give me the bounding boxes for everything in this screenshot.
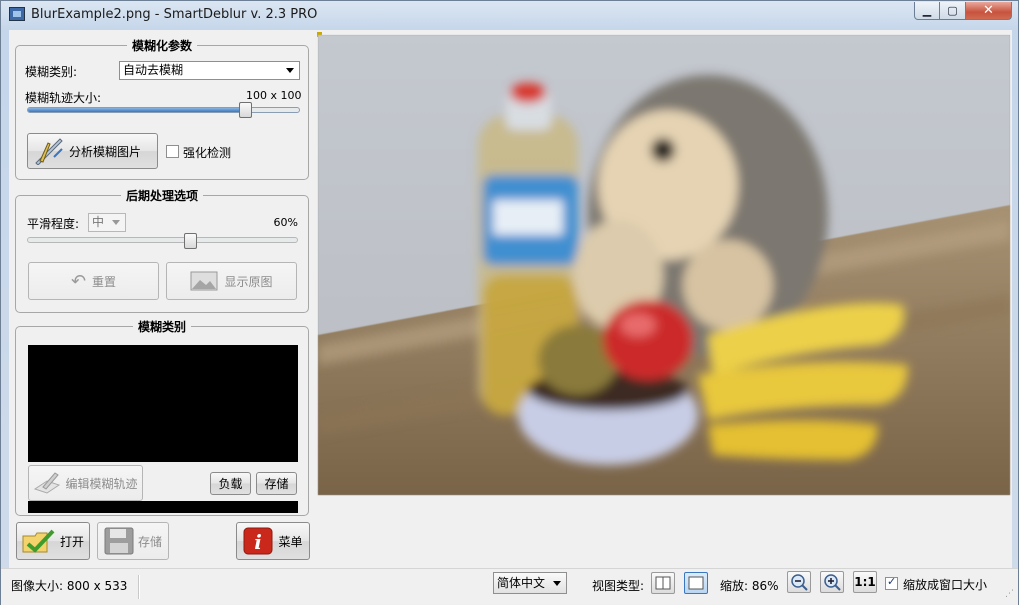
minimize-button[interactable]: ▁ bbox=[914, 2, 940, 20]
image-icon bbox=[190, 271, 218, 291]
blur-kind-title: 模糊类别 bbox=[132, 320, 191, 334]
menu-button-label: 菜单 bbox=[278, 534, 303, 549]
image-size-text: 图像大小: 800 x 533 bbox=[11, 579, 128, 593]
save-button-label: 存储 bbox=[137, 534, 162, 549]
chevron-down-icon bbox=[286, 68, 294, 73]
language-value: 简体中文 bbox=[497, 576, 546, 590]
maximize-button[interactable]: ▢ bbox=[940, 2, 966, 20]
post-process-group: 后期处理选项 平滑程度: 中 60% ↶ 重置 显示原图 bbox=[15, 189, 309, 313]
menu-button[interactable]: i 菜单 bbox=[236, 522, 310, 560]
deblurred-photo bbox=[318, 35, 1010, 495]
load-button-label: 负载 bbox=[218, 477, 243, 491]
single-view-icon bbox=[688, 576, 704, 590]
analyze-button[interactable]: 分析模糊图片 bbox=[27, 133, 158, 169]
kernel-save-label: 存储 bbox=[264, 477, 289, 491]
split-view-button[interactable] bbox=[651, 572, 675, 594]
load-button[interactable]: 负载 bbox=[210, 472, 251, 495]
kernel-preview bbox=[28, 345, 298, 462]
svg-text:i: i bbox=[255, 530, 263, 554]
floppy-disk-icon bbox=[104, 527, 134, 555]
blur-params-title: 模糊化参数 bbox=[126, 39, 197, 53]
photo-scene bbox=[318, 35, 1010, 495]
actual-size-button[interactable]: 1:1 bbox=[853, 571, 877, 593]
enhance-checkbox[interactable] bbox=[166, 145, 179, 158]
reset-button-label: 重置 bbox=[92, 274, 117, 289]
analyze-button-label: 分析模糊图片 bbox=[69, 144, 142, 159]
trajectory-slider-thumb[interactable] bbox=[239, 102, 253, 118]
fit-window-label: 缩放成窗口大小 bbox=[903, 578, 988, 592]
edit-trajectory-button[interactable]: 编辑模糊轨迹 bbox=[28, 465, 143, 501]
title-bar[interactable]: BlurExample2.png - SmartDeblur v. 2.3 PR… bbox=[1, 1, 1018, 29]
kernel-save-button[interactable]: 存储 bbox=[256, 472, 297, 495]
edit-trajectory-label: 编辑模糊轨迹 bbox=[65, 476, 138, 491]
actual-size-label: 1:1 bbox=[854, 575, 876, 589]
image-viewer[interactable] bbox=[317, 32, 1010, 495]
post-process-title: 后期处理选项 bbox=[120, 189, 203, 203]
left-panel: 模糊化参数 模糊类别: 自动去模糊 模糊轨迹大小: 100 x 100 分析模糊… bbox=[9, 30, 317, 568]
pencil-pad-icon bbox=[34, 472, 61, 494]
open-button-label: 打开 bbox=[59, 534, 84, 549]
smooth-slider[interactable] bbox=[27, 237, 298, 243]
blur-type-select[interactable]: 自动去模糊 bbox=[119, 61, 300, 80]
smooth-slider-thumb[interactable] bbox=[183, 233, 197, 249]
close-button[interactable]: ✕ bbox=[966, 2, 1012, 20]
smooth-label: 平滑程度: bbox=[27, 217, 80, 231]
zoom-out-button[interactable] bbox=[787, 571, 811, 593]
trajectory-value: 100 x 100 bbox=[246, 89, 302, 102]
smooth-percent: 60% bbox=[273, 216, 298, 229]
zoom-text: 缩放: 86% bbox=[720, 579, 779, 593]
reset-button[interactable]: ↶ 重置 bbox=[28, 262, 159, 300]
smooth-select[interactable]: 中 bbox=[88, 213, 126, 232]
resize-grip-icon[interactable]: ⋰ bbox=[1005, 589, 1014, 599]
view-type-label: 视图类型: bbox=[592, 579, 645, 593]
client-area: 模糊化参数 模糊类别: 自动去模糊 模糊轨迹大小: 100 x 100 分析模糊… bbox=[9, 30, 1012, 568]
show-original-button[interactable]: 显示原图 bbox=[166, 262, 297, 300]
trajectory-label: 模糊轨迹大小: bbox=[25, 91, 102, 105]
fit-window-checkbox[interactable] bbox=[885, 575, 898, 590]
zoom-in-button[interactable] bbox=[820, 571, 844, 593]
blur-kind-group: 模糊类别 编辑模糊轨迹 负载 存储 bbox=[15, 320, 309, 516]
undo-icon: ↶ bbox=[70, 270, 87, 292]
single-view-button[interactable] bbox=[684, 572, 708, 594]
app-icon bbox=[9, 7, 25, 21]
zoom-out-icon bbox=[791, 574, 808, 591]
chevron-down-icon bbox=[112, 220, 120, 225]
kernel-preview-strip bbox=[28, 501, 298, 513]
window-title: BlurExample2.png - SmartDeblur v. 2.3 PR… bbox=[31, 7, 318, 22]
save-button[interactable]: 存储 bbox=[97, 522, 169, 560]
enhance-label: 强化检测 bbox=[183, 146, 232, 160]
blur-type-label: 模糊类别: bbox=[25, 65, 78, 79]
caption-buttons: ▁ ▢ ✕ bbox=[914, 2, 1012, 20]
app-window: BlurExample2.png - SmartDeblur v. 2.3 PR… bbox=[0, 0, 1019, 605]
blur-type-value: 自动去模糊 bbox=[123, 63, 184, 77]
open-button[interactable]: 打开 bbox=[16, 522, 90, 560]
trajectory-slider[interactable] bbox=[27, 107, 300, 113]
close-icon: ✕ bbox=[983, 3, 994, 18]
info-icon: i bbox=[243, 527, 273, 555]
minimize-icon: ▁ bbox=[922, 4, 932, 17]
ruler-pencil-icon bbox=[35, 138, 63, 165]
maximize-icon: ▢ bbox=[947, 4, 958, 17]
chevron-down-icon bbox=[553, 581, 561, 586]
status-bar: 图像大小: 800 x 533 简体中文 视图类型: 缩放: 86% 1:1 缩… bbox=[1, 568, 1018, 605]
status-separator bbox=[138, 575, 140, 599]
zoom-in-icon bbox=[824, 574, 841, 591]
show-original-button-label: 显示原图 bbox=[224, 274, 273, 289]
split-view-icon bbox=[655, 576, 671, 590]
smooth-value: 中 bbox=[92, 215, 105, 229]
open-folder-icon bbox=[22, 529, 55, 553]
blur-params-group: 模糊化参数 模糊类别: 自动去模糊 模糊轨迹大小: 100 x 100 分析模糊… bbox=[15, 39, 309, 180]
trajectory-slider-fill bbox=[28, 108, 247, 112]
language-select[interactable]: 简体中文 bbox=[493, 572, 567, 594]
